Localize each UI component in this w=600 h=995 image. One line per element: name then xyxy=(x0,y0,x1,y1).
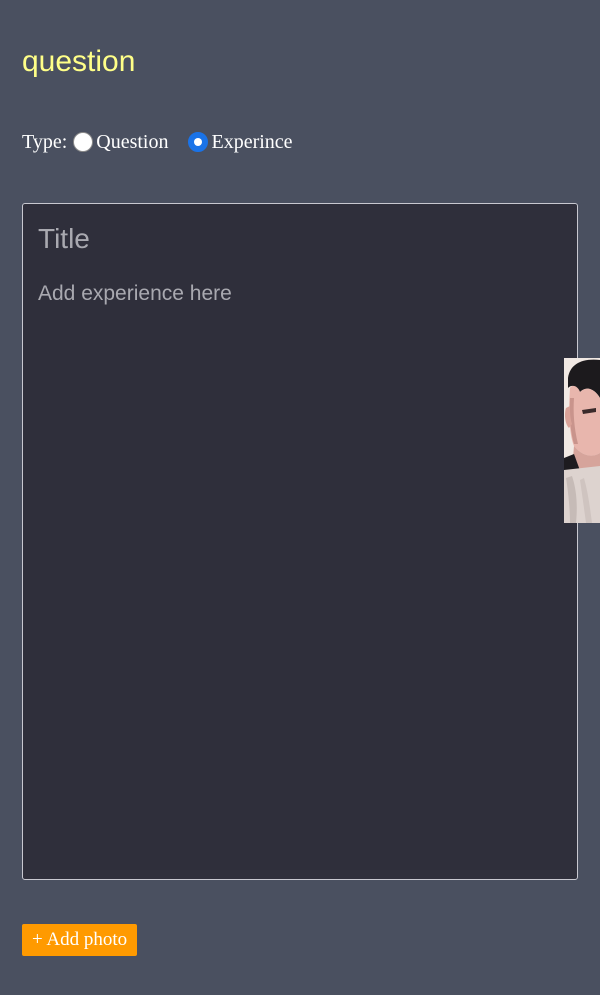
manga-portrait-image xyxy=(564,358,600,523)
question-radio[interactable] xyxy=(73,132,94,152)
experience-radio[interactable] xyxy=(188,132,209,152)
add-photo-button[interactable]: + Add photo xyxy=(22,924,138,956)
question-radio-label[interactable]: Question xyxy=(96,131,168,154)
type-label: Type: xyxy=(22,130,68,153)
type-selector: Type: Question Experince xyxy=(22,128,293,156)
post-editor xyxy=(22,203,578,880)
page-title: question xyxy=(22,45,136,78)
experience-textarea[interactable] xyxy=(38,282,558,862)
experience-radio-label[interactable]: Experince xyxy=(211,131,292,154)
photo-thumbnail[interactable] xyxy=(564,358,600,523)
title-input[interactable] xyxy=(38,223,558,255)
